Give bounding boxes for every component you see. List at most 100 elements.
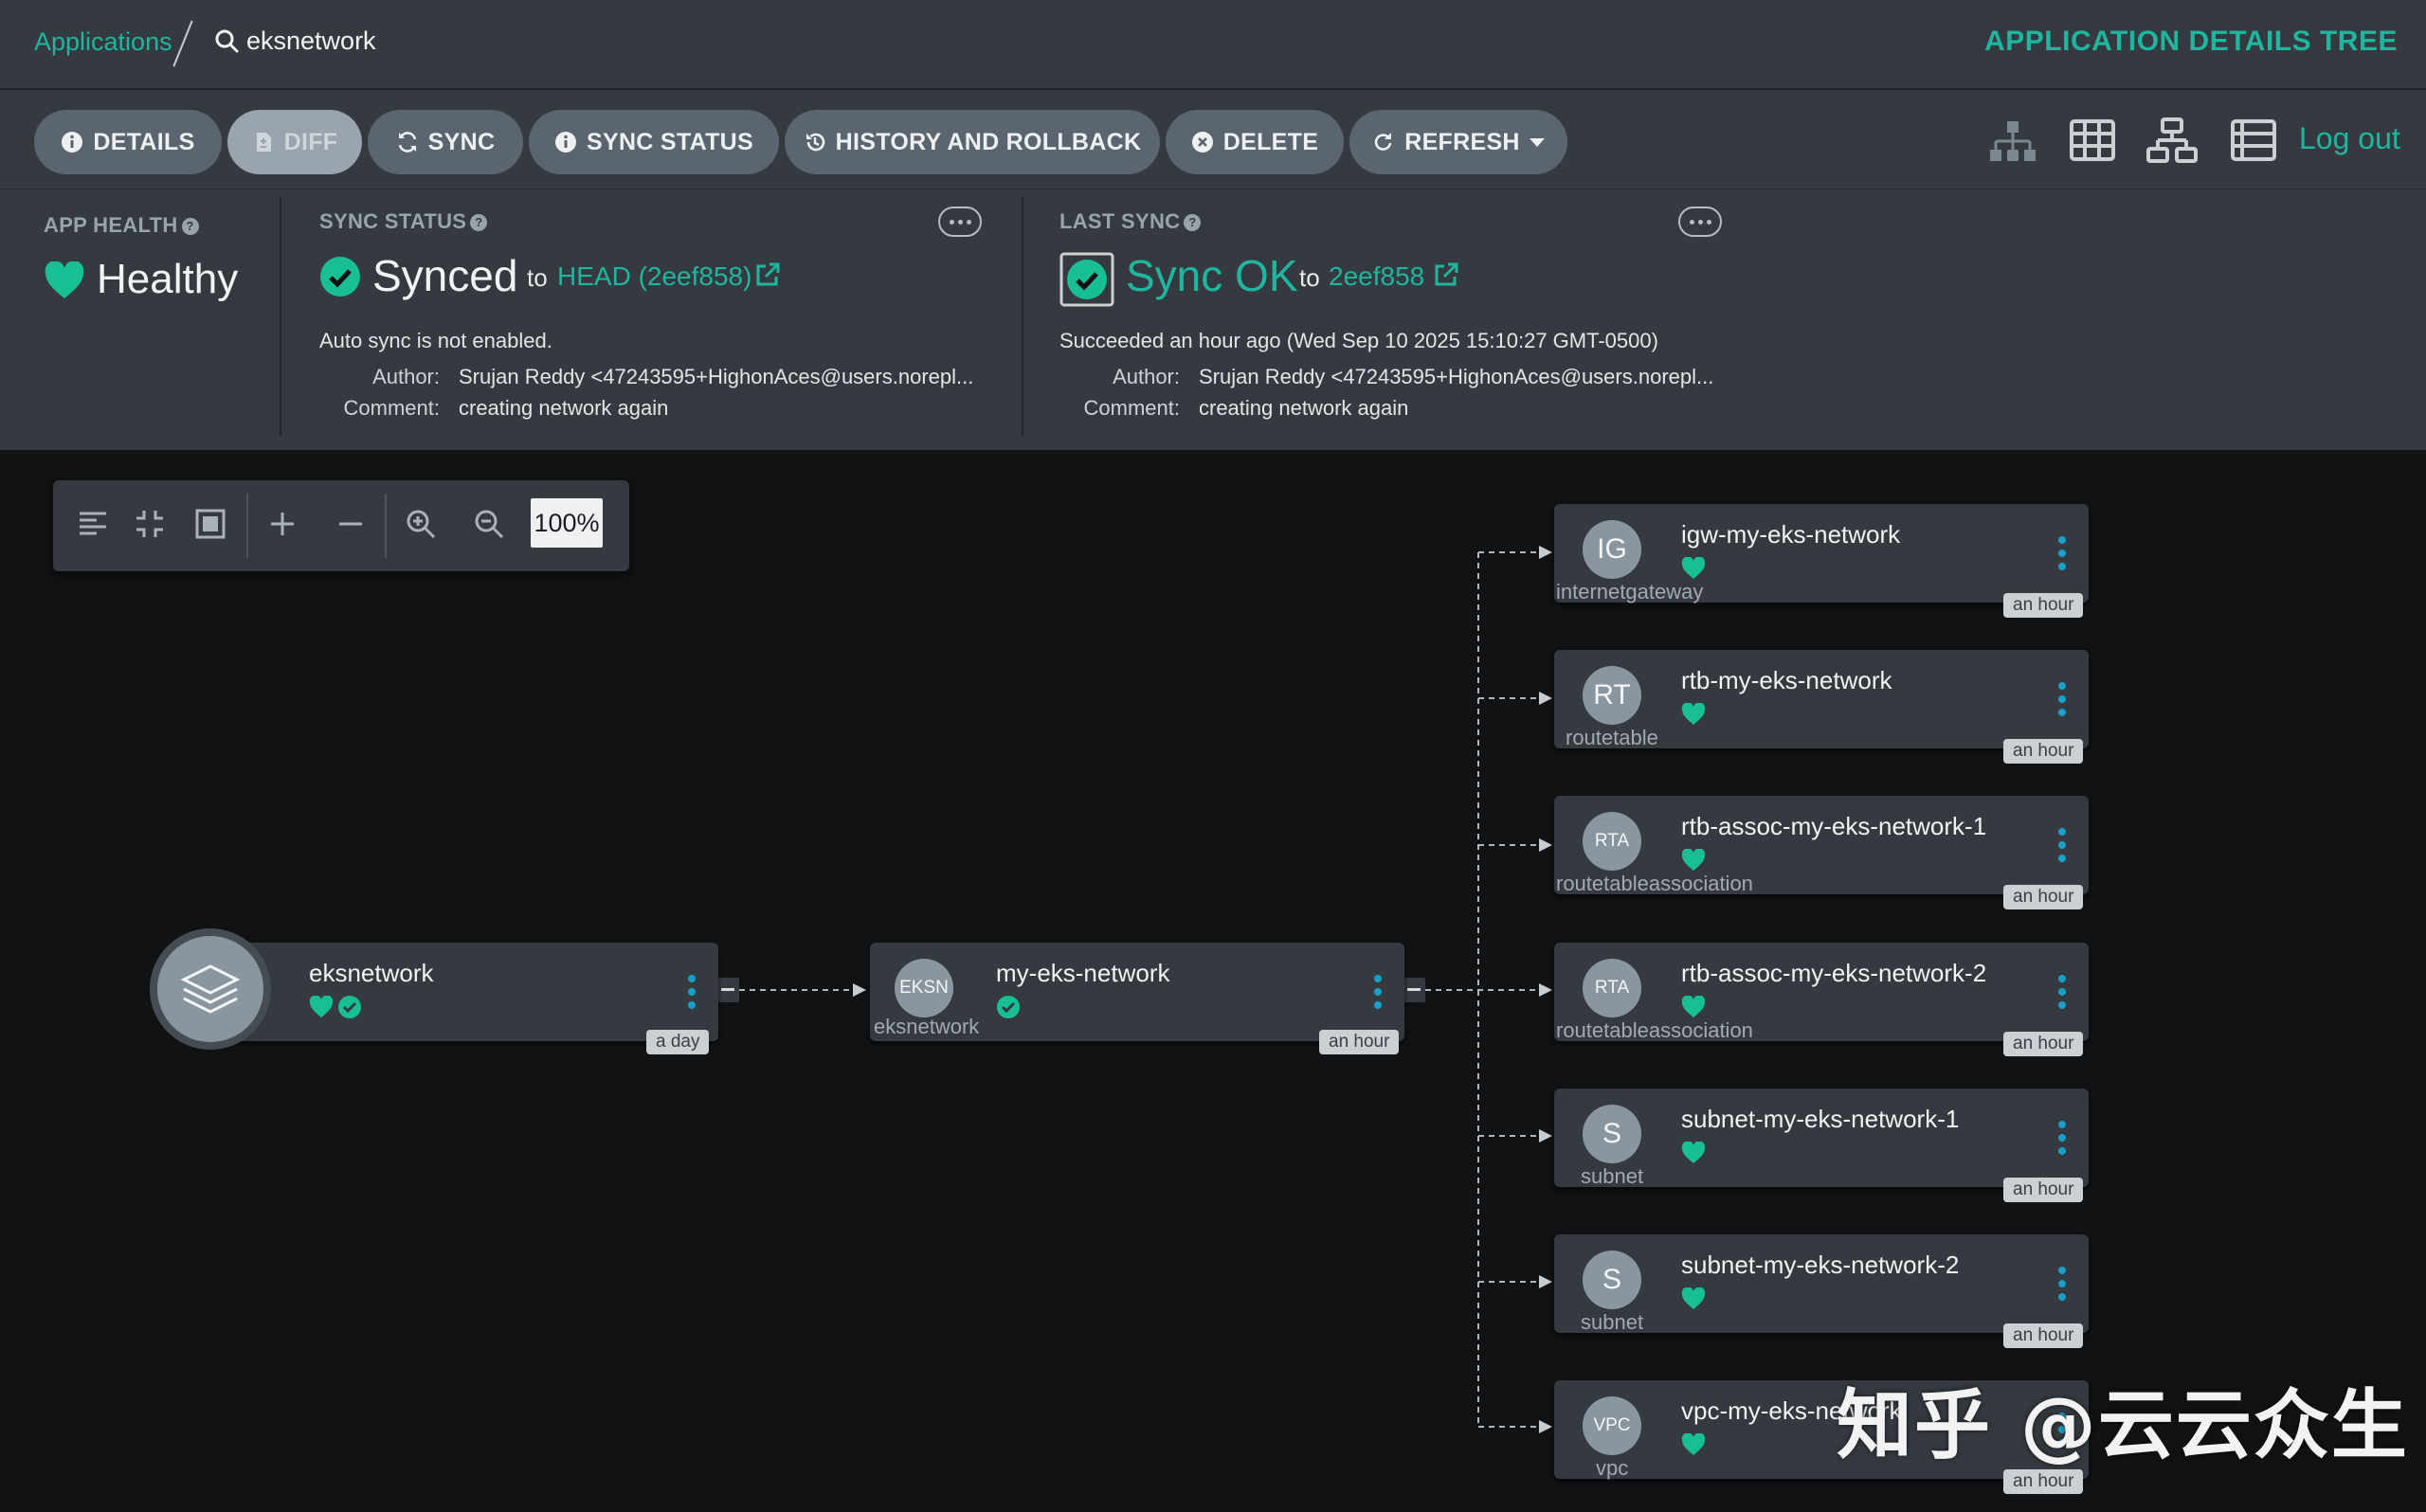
last-author-value: Srujan Reddy <47243595+HighonAces@users.… [1199, 365, 1714, 388]
app-node[interactable]: eksnetwork a day [208, 943, 718, 1054]
resource-name: rtb-assoc-my-eks-network-2 [1681, 959, 1987, 987]
last-sync-to-label: to [1299, 263, 1320, 292]
more-vertical-icon[interactable] [2058, 828, 2066, 862]
logout-link[interactable]: Log out [2299, 121, 2400, 156]
external-link-icon[interactable] [754, 261, 781, 288]
age-badge: an hour [1319, 1030, 1400, 1054]
app-node-name: eksnetwork [309, 959, 434, 987]
heart-icon [1681, 557, 1706, 579]
info-icon [61, 131, 83, 153]
check-circle-icon [997, 996, 1020, 1018]
help-icon[interactable]: ? [181, 218, 199, 235]
details-label: DETAILS [93, 128, 195, 155]
diff-button[interactable]: DIFF [227, 110, 362, 174]
resource-icon: EKSN [895, 959, 953, 1017]
child-node-subnet-2[interactable]: S subnet subnet-my-eks-network-2 an hour [1554, 1234, 2089, 1348]
more-vertical-icon[interactable] [2058, 1267, 2066, 1301]
more-vertical-icon[interactable] [1374, 975, 1382, 1009]
sync-status-value: Synced [372, 251, 518, 300]
more-vertical-icon[interactable] [2058, 1121, 2066, 1155]
delete-button[interactable]: DELETE [1166, 110, 1344, 174]
page-title: APPLICATION DETAILS TREE [1984, 26, 2398, 57]
heart-icon [1681, 849, 1706, 871]
sync-to-label: to [527, 263, 548, 292]
plus-icon[interactable] [265, 507, 299, 541]
help-icon[interactable]: ? [470, 214, 488, 231]
resource-name: subnet-my-eks-network-2 [1681, 1251, 1960, 1279]
child-node-subnet-1[interactable]: S subnet subnet-my-eks-network-1 an hour [1554, 1089, 2089, 1202]
age-badge: an hour [2003, 593, 2084, 618]
child-node-routetable[interactable]: RT routetable rtb-my-eks-network an hour [1554, 650, 2089, 764]
resource-icon: IG [1583, 520, 1641, 579]
external-link-icon[interactable] [1433, 261, 1459, 288]
breadcrumb-applications-link[interactable]: Applications [34, 27, 172, 57]
resource-kind: vpc [1596, 1456, 1629, 1480]
sync-revision-link[interactable]: HEAD (2eef858) [557, 261, 751, 292]
resource-kind: subnet [1581, 1310, 1644, 1334]
resource-kind: routetableassociation [1556, 872, 1753, 895]
sync-status-more-button[interactable] [938, 207, 982, 237]
sync-status-title: SYNC STATUS? [319, 209, 488, 234]
heart-icon [1681, 996, 1706, 1017]
app-health-title: APP HEALTH? [44, 213, 199, 238]
author-label: Author: [372, 365, 440, 388]
more-vertical-icon[interactable] [688, 975, 696, 1009]
more-vertical-icon[interactable] [2058, 536, 2066, 570]
child-node-routetableassociation-1[interactable]: RTA routetableassociation rtb-assoc-my-e… [1554, 796, 2089, 909]
sync-label: SYNC [427, 128, 496, 155]
last-sync-revision-link[interactable]: 2eef858 [1329, 261, 1424, 292]
heart-icon [309, 996, 334, 1017]
delete-label: DELETE [1222, 128, 1319, 155]
grid-view-icon[interactable] [2066, 116, 2119, 165]
graph-toolbar: 100% [53, 480, 629, 571]
resource-name: rtb-assoc-my-eks-network-1 [1681, 812, 1987, 840]
last-sync-more-button[interactable] [1678, 207, 1722, 237]
fit-screen-icon[interactable] [193, 507, 227, 541]
resource-kind: routetableassociation [1556, 1018, 1753, 1042]
divider [280, 197, 281, 436]
zoom-in-icon[interactable] [404, 507, 438, 541]
more-vertical-icon[interactable] [2058, 682, 2066, 716]
child-node-internetgateway[interactable]: IG internetgateway igw-my-eks-network an… [1554, 504, 2089, 618]
details-button[interactable]: DETAILS [34, 110, 222, 174]
toolbar-separator [385, 494, 387, 558]
close-circle-icon [1191, 131, 1214, 153]
minus-icon[interactable] [334, 507, 368, 541]
help-icon[interactable]: ? [1184, 214, 1202, 231]
resource-icon: RTA [1583, 812, 1641, 871]
child-node-routetableassociation-2[interactable]: RTA routetableassociation rtb-assoc-my-e… [1554, 943, 2089, 1056]
resource-name: igw-my-eks-network [1681, 520, 1901, 549]
breadcrumb-app-name[interactable]: eksnetwork [246, 27, 376, 56]
status-panel: APP HEALTH? Healthy SYNC STATUS? Synced … [0, 189, 2426, 451]
last-sync-value: Sync OK [1126, 251, 1298, 300]
zoom-level-input[interactable]: 100% [531, 498, 603, 548]
network-view-icon[interactable] [2145, 116, 2199, 165]
sync-status-button[interactable]: SYNC STATUS [529, 110, 779, 174]
more-vertical-icon[interactable] [2058, 975, 2066, 1009]
app-health-value: Healthy [97, 256, 239, 302]
history-rollback-button[interactable]: HISTORY AND ROLLBACK [785, 110, 1160, 174]
zoom-out-icon[interactable] [472, 507, 506, 541]
auto-sync-note: Auto sync is not enabled. [319, 329, 552, 352]
resource-icon: RT [1583, 666, 1641, 725]
age-badge: an hour [2003, 739, 2084, 764]
heart-icon [1681, 1142, 1706, 1163]
heart-icon [1681, 703, 1706, 725]
eksnetwork-node[interactable]: EKSN eksnetwork my-eks-network an hour [870, 943, 1404, 1054]
sync-icon [396, 131, 419, 153]
resource-kind: eksnetwork [874, 1015, 980, 1038]
sync-button[interactable]: SYNC [368, 110, 523, 174]
history-icon [804, 131, 826, 153]
refresh-button[interactable]: REFRESH [1349, 110, 1567, 174]
align-left-icon[interactable] [76, 507, 110, 541]
resource-kind: routetable [1566, 726, 1658, 749]
refresh-icon [1372, 131, 1395, 153]
list-view-icon[interactable] [2227, 116, 2280, 165]
comment-value: creating network again [459, 396, 669, 420]
heart-icon [1681, 1287, 1706, 1309]
tree-view-icon[interactable] [1986, 116, 2039, 165]
resource-kind: subnet [1581, 1164, 1644, 1188]
search-icon[interactable] [214, 28, 239, 53]
heart-icon [45, 261, 84, 298]
compress-icon[interactable] [133, 507, 167, 541]
